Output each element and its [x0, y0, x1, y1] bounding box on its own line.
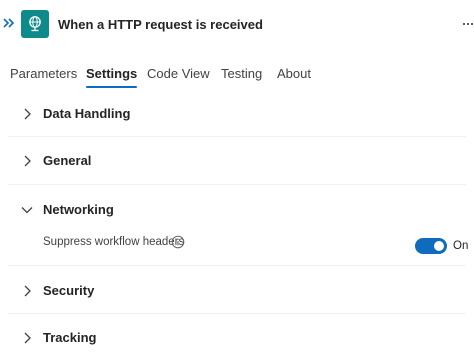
- section-security[interactable]: Security: [0, 278, 474, 304]
- tab-settings[interactable]: Settings: [86, 64, 138, 88]
- toggle-knob: [434, 241, 444, 251]
- section-label: Networking: [43, 202, 114, 217]
- toggle-state-label: On: [453, 240, 469, 252]
- divider: [8, 313, 466, 314]
- info-icon[interactable]: [171, 235, 185, 249]
- section-label: General: [43, 153, 92, 168]
- section-data-handling[interactable]: Data Handling: [0, 101, 474, 127]
- divider: [8, 184, 466, 185]
- divider: [8, 136, 466, 137]
- tab-code-view[interactable]: Code View: [147, 64, 210, 88]
- section-networking[interactable]: Networking: [0, 197, 474, 223]
- section-tracking[interactable]: Tracking: [0, 325, 474, 351]
- panel-header: When a HTTP request is received: [0, 0, 474, 50]
- tab-parameters[interactable]: Parameters: [10, 64, 77, 88]
- section-label: Data Handling: [43, 106, 131, 121]
- section-general[interactable]: General: [0, 148, 474, 174]
- trigger-title[interactable]: When a HTTP request is received: [58, 17, 263, 32]
- tab-list: Parameters Settings Code View Testing Ab…: [0, 64, 474, 90]
- setting-label: Suppress workflow headers: [43, 236, 185, 248]
- chevron-right-icon: [24, 332, 31, 344]
- suppress-headers-toggle[interactable]: [415, 238, 447, 254]
- divider: [8, 265, 466, 266]
- section-label: Tracking: [43, 330, 97, 345]
- tab-testing[interactable]: Testing: [221, 64, 262, 88]
- setting-suppress-workflow-headers: Suppress workflow headers On: [0, 230, 474, 258]
- double-chevron-right-icon[interactable]: [2, 15, 16, 31]
- section-label: Security: [43, 283, 95, 298]
- chevron-down-icon: [21, 207, 33, 214]
- chevron-right-icon: [24, 155, 31, 167]
- http-request-globe-icon: [21, 10, 49, 38]
- chevron-right-icon: [24, 285, 31, 297]
- tab-about[interactable]: About: [277, 64, 311, 88]
- chevron-right-icon: [24, 108, 31, 120]
- more-options-icon[interactable]: [462, 18, 474, 30]
